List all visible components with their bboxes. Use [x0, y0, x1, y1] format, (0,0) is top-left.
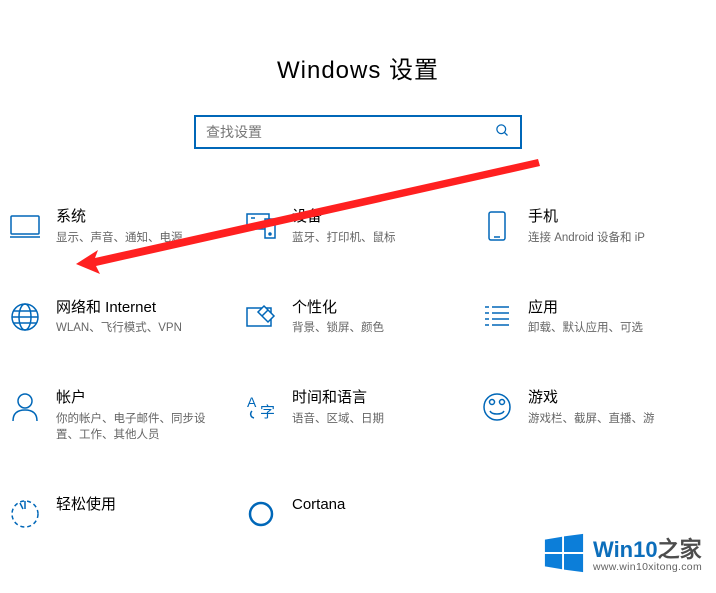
ease-of-access-icon	[8, 497, 42, 531]
search-icon	[495, 123, 510, 141]
category-system[interactable]: 系统 显示、声音、通知、电源	[8, 207, 244, 246]
time-language-icon: A字	[244, 390, 278, 424]
search-input[interactable]	[206, 124, 495, 140]
category-title: 系统	[56, 207, 183, 227]
category-title: 手机	[528, 207, 645, 227]
category-desc: 连接 Android 设备和 iP	[528, 230, 645, 246]
category-title: 设备	[292, 207, 396, 227]
svg-text:A: A	[247, 394, 257, 410]
category-desc: 游戏栏、截屏、直播、游	[528, 411, 655, 427]
category-gaming[interactable]: 游戏 游戏栏、截屏、直播、游	[480, 388, 716, 443]
category-title: 网络和 Internet	[56, 298, 182, 318]
category-desc: 蓝牙、打印机、鼠标	[292, 230, 396, 246]
category-title: 应用	[528, 298, 643, 318]
gaming-icon	[480, 390, 514, 424]
category-title: 游戏	[528, 388, 655, 408]
devices-icon	[244, 209, 278, 243]
svg-text:字: 字	[260, 404, 275, 421]
category-desc: 背景、锁屏、颜色	[292, 320, 384, 336]
watermark-brand: Win10之家	[593, 538, 702, 561]
settings-grid: 系统 显示、声音、通知、电源 设备 蓝牙、打印机、鼠标 手机 连接 Androi…	[0, 207, 716, 531]
personalization-icon	[244, 300, 278, 334]
apps-icon	[480, 300, 514, 334]
category-cortana[interactable]: Cortana	[244, 495, 480, 531]
cortana-icon	[244, 497, 278, 531]
category-title: 时间和语言	[292, 388, 384, 408]
category-network[interactable]: 网络和 Internet WLAN、飞行模式、VPN	[8, 298, 244, 337]
category-accounts[interactable]: 帐户 你的帐户、电子邮件、同步设置、工作、其他人员	[8, 388, 244, 443]
category-desc: WLAN、飞行模式、VPN	[56, 320, 182, 336]
category-title: Cortana	[292, 495, 345, 515]
category-desc: 你的帐户、电子邮件、同步设置、工作、其他人员	[56, 411, 222, 443]
search-box[interactable]	[194, 115, 522, 149]
category-personalization[interactable]: 个性化 背景、锁屏、颜色	[244, 298, 480, 337]
category-title: 个性化	[292, 298, 384, 318]
category-desc: 显示、声音、通知、电源	[56, 230, 183, 246]
watermark-url: www.win10xitong.com	[593, 562, 702, 573]
category-phone[interactable]: 手机 连接 Android 设备和 iP	[480, 207, 716, 246]
globe-icon	[8, 300, 42, 334]
accounts-icon	[8, 390, 42, 424]
category-ease-of-access[interactable]: 轻松使用	[8, 495, 244, 531]
phone-icon	[480, 209, 514, 243]
category-devices[interactable]: 设备 蓝牙、打印机、鼠标	[244, 207, 480, 246]
category-title: 轻松使用	[56, 495, 116, 515]
page-title: Windows 设置	[0, 50, 716, 85]
system-icon	[8, 209, 42, 243]
windows-logo-icon	[543, 532, 585, 579]
category-desc: 卸载、默认应用、可选	[528, 320, 643, 336]
category-title: 帐户	[56, 388, 222, 408]
watermark: Win10之家 www.win10xitong.com	[543, 532, 702, 579]
category-time-language[interactable]: A字 时间和语言 语音、区域、日期	[244, 388, 480, 443]
category-desc: 语音、区域、日期	[292, 411, 384, 427]
category-apps[interactable]: 应用 卸载、默认应用、可选	[480, 298, 716, 337]
